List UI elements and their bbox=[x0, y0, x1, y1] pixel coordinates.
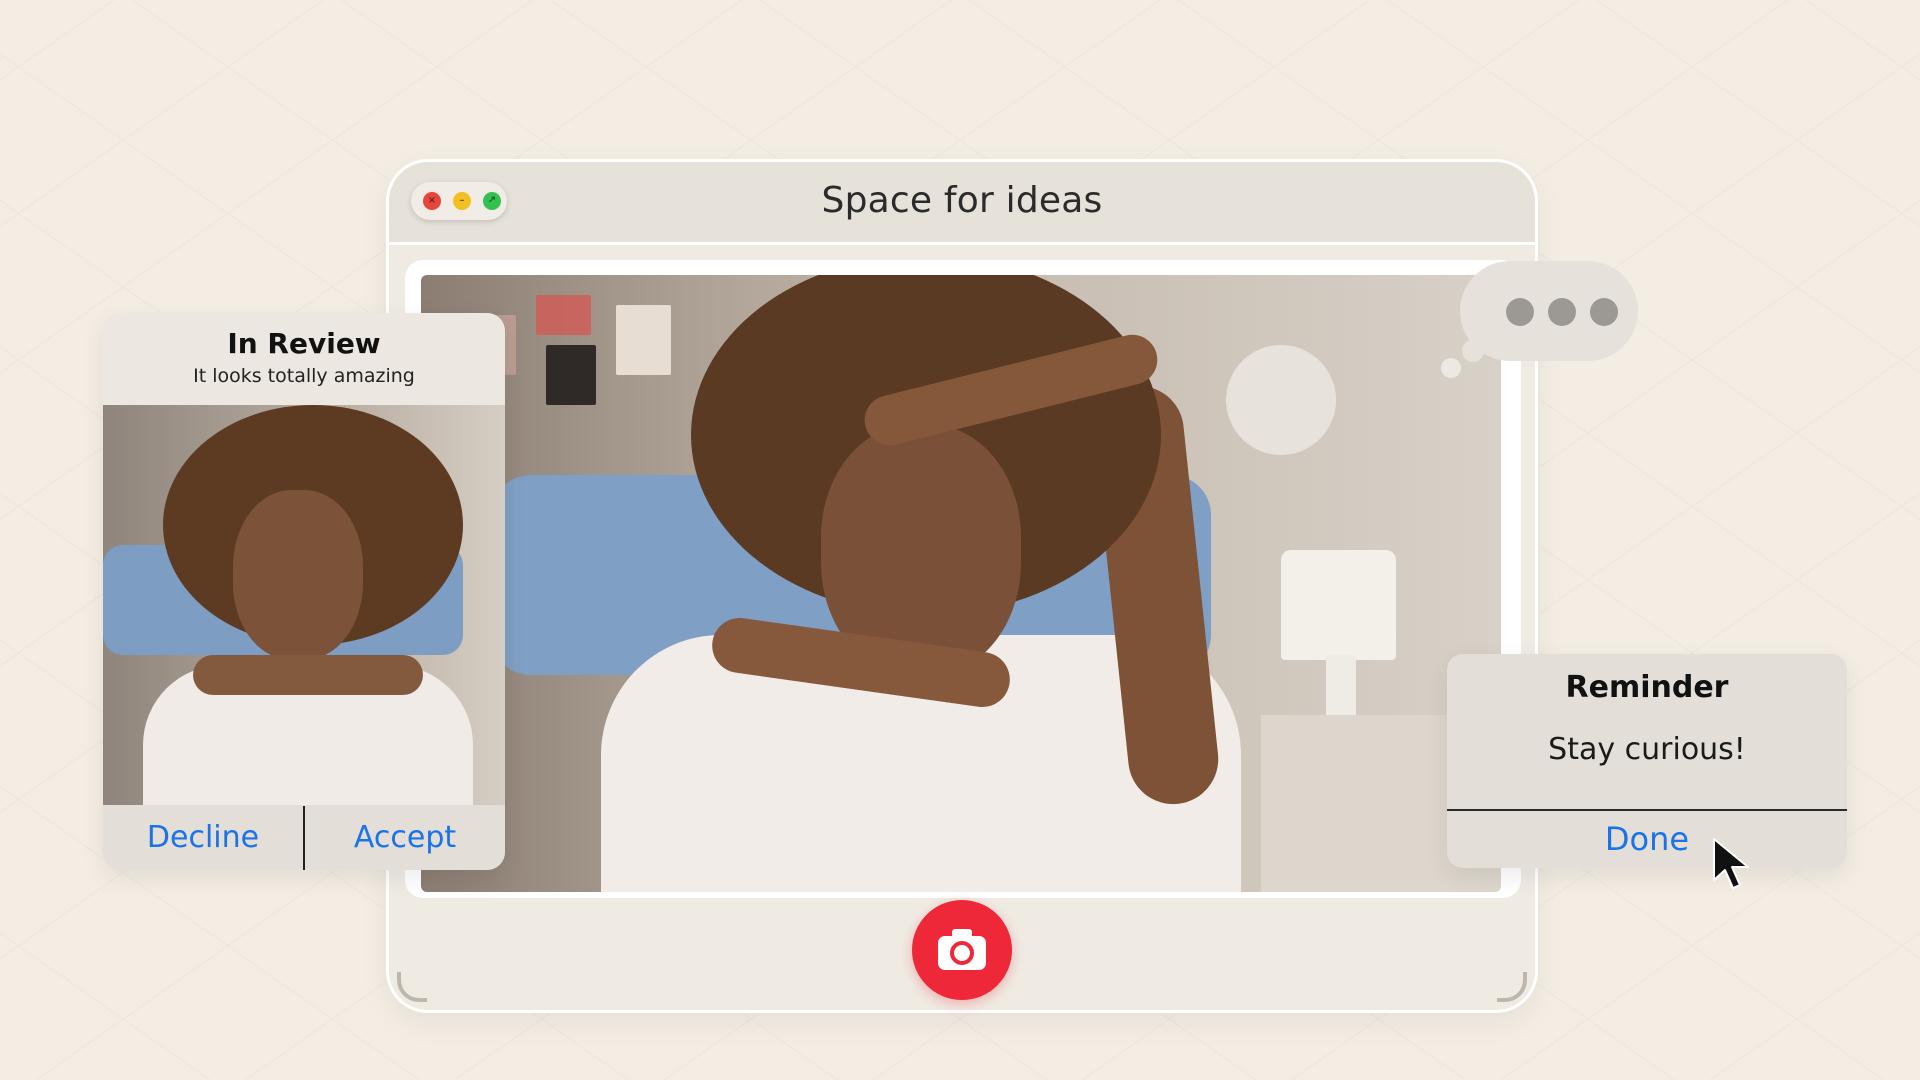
main-window: × – ↗ Space for ideas bbox=[386, 159, 1538, 1013]
mouse-pointer-icon bbox=[1713, 838, 1749, 889]
review-card: In Review It looks totally amazing Decli… bbox=[103, 313, 505, 870]
bubble-tail bbox=[1462, 340, 1484, 362]
review-actions: Decline Accept bbox=[103, 806, 505, 870]
camera-shutter-button[interactable] bbox=[912, 900, 1012, 1000]
resize-corner-left bbox=[397, 972, 427, 1002]
window-title: Space for ideas bbox=[821, 180, 1103, 221]
camera-viewport bbox=[405, 260, 1521, 898]
typing-dot bbox=[1506, 298, 1534, 326]
resize-corner-right[interactable] bbox=[1497, 972, 1527, 1002]
review-header: In Review It looks totally amazing bbox=[103, 313, 505, 405]
review-thumbnail bbox=[103, 405, 505, 805]
typing-dot bbox=[1590, 298, 1618, 326]
typing-indicator-icon bbox=[1460, 261, 1638, 361]
camera-icon bbox=[938, 929, 986, 970]
reminder-title: Reminder bbox=[1565, 670, 1729, 705]
bubble-tail-small bbox=[1441, 358, 1461, 378]
typing-dot bbox=[1548, 298, 1576, 326]
decline-button[interactable]: Decline bbox=[103, 806, 303, 870]
review-subtitle: It looks totally amazing bbox=[193, 365, 415, 387]
reminder-dialog: Reminder Stay curious! Done bbox=[1447, 654, 1847, 868]
title-bar: × – ↗ Space for ideas bbox=[389, 162, 1535, 245]
review-title: In Review bbox=[227, 327, 381, 360]
accept-button[interactable]: Accept bbox=[305, 806, 505, 870]
reminder-message: Stay curious! bbox=[1548, 732, 1746, 767]
done-button[interactable]: Done bbox=[1447, 811, 1847, 868]
camera-preview-image bbox=[421, 275, 1501, 892]
